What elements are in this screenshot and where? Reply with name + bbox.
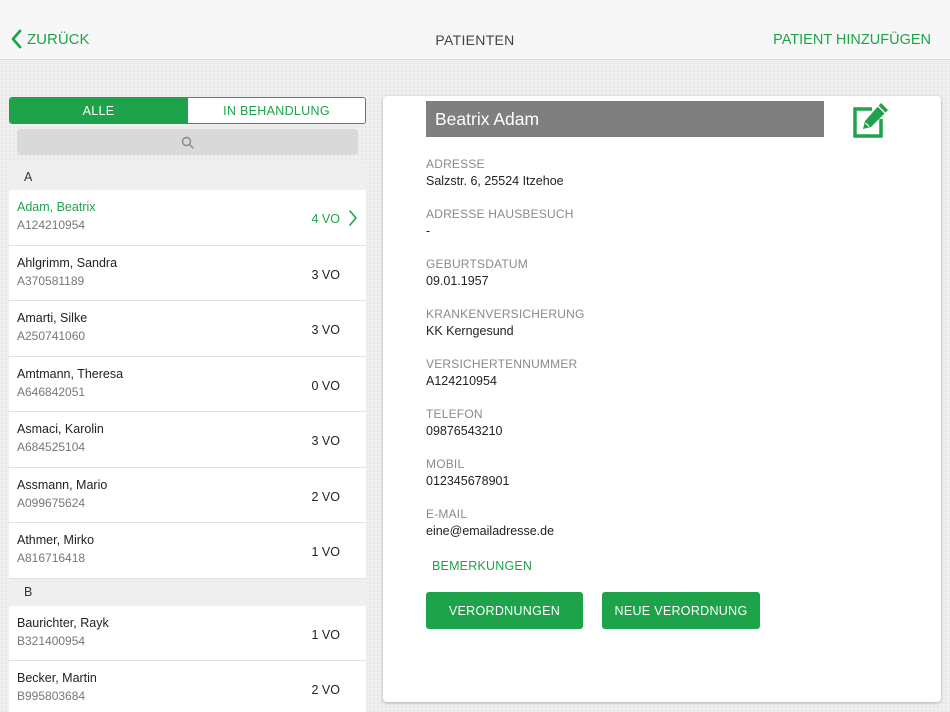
prescription-count: 1 VO [311, 545, 341, 559]
remarks-link[interactable]: BEMERKUNGEN [432, 559, 532, 573]
filter-in-treatment-tab[interactable]: IN BEHANDLUNG [187, 98, 365, 123]
prescription-count: 0 VO [311, 378, 341, 393]
field-phone: TELEFON 09876543210 [426, 407, 502, 438]
prescription-count: 1 VO [311, 627, 341, 642]
prescriptions-button[interactable]: VERORDNUNGEN [426, 592, 583, 629]
chevron-right-icon [349, 210, 357, 226]
patient-name: Adam, Beatrix [17, 200, 96, 214]
field-label: KRANKENVERSICHERUNG [426, 307, 585, 321]
patient-name: Baurichter, Rayk [17, 615, 109, 630]
patient-name: Athmer, Mirko [17, 533, 95, 547]
patient-name: Asmaci, Karolin [17, 422, 104, 436]
field-label: TELEFON [426, 407, 483, 421]
patient-row[interactable]: Baurichter, Rayk B321400954 1 VO [9, 605, 366, 661]
patient-number: A124210954 [17, 218, 86, 232]
field-insurance-number: VERSICHERTENNUMMER A124210954 [426, 357, 577, 388]
patient-name: Becker, Martin [17, 671, 97, 685]
filter-segmented-control: ALLE IN BEHANDLUNG [9, 97, 366, 124]
patient-number: B321400954 [17, 633, 86, 648]
patient-row[interactable]: Adam, Beatrix A124210954 4 VO [9, 190, 366, 246]
prescription-count: 3 VO [311, 323, 341, 337]
patient-name: Ahlgrimm, Sandra [17, 255, 118, 270]
field-address: ADRESSE Salzstr. 6, 25524 Itzehoe [426, 157, 564, 188]
field-label: VERSICHERTENNUMMER [426, 357, 578, 371]
patient-list: A Adam, Beatrix A124210954 4 VO Ahlgrimm… [9, 163, 366, 712]
patient-number: B995803684 [17, 689, 86, 703]
filter-all-tab[interactable]: ALLE [10, 98, 187, 123]
patient-row[interactable]: Assmann, Mario A099675624 2 VO [9, 467, 366, 523]
field-label: GEBURTSDATUM [426, 257, 528, 271]
field-value: A124210954 [426, 374, 497, 388]
patient-detail-panel: Beatrix Adam ADRESSE Salzstr. 6, 25524 I… [383, 96, 941, 702]
search-icon [181, 136, 194, 149]
prescription-count: 3 VO [311, 434, 341, 448]
field-insurance: KRANKENVERSICHERUNG KK Kerngesund [426, 307, 585, 338]
prescription-count: 2 VO [311, 683, 341, 697]
prescription-count: 2 VO [311, 489, 341, 504]
edit-icon [853, 103, 888, 138]
field-label: ADRESSE HAUSBESUCH [426, 207, 574, 221]
field-value: - [426, 224, 431, 238]
section-header-a: A [9, 163, 366, 190]
field-value: 09.01.1957 [426, 274, 489, 288]
patient-number: A816716418 [17, 551, 86, 565]
patient-name: Assmann, Mario [17, 477, 108, 492]
field-value: Salzstr. 6, 25524 Itzehoe [426, 174, 564, 188]
prescription-count: 3 VO [311, 267, 341, 282]
patient-row[interactable]: Asmaci, Karolin A684525104 3 VO [9, 412, 366, 468]
field-value: 09876543210 [426, 424, 503, 438]
edit-button[interactable] [850, 100, 890, 145]
section-header-b: B [9, 578, 366, 606]
patient-row[interactable]: Amarti, Silke A250741060 3 VO [9, 301, 366, 357]
patient-number: A370581189 [17, 273, 85, 288]
field-mobile: MOBIL 012345678901 [426, 457, 509, 488]
field-label: MOBIL [426, 457, 465, 471]
patient-number: A646842051 [17, 384, 86, 399]
patient-name: Amtmann, Theresa [17, 366, 124, 381]
prescription-count: 4 VO [311, 212, 341, 226]
field-email: E-MAIL eine@emailadresse.de [426, 507, 554, 538]
patient-row[interactable]: Amtmann, Theresa A646842051 0 VO [9, 356, 366, 412]
field-value: KK Kerngesund [426, 324, 514, 338]
patient-number: A099675624 [17, 495, 86, 510]
patient-row[interactable]: Ahlgrimm, Sandra A370581189 3 VO [9, 245, 366, 301]
top-bar: ZURÜCK PATIENTEN PATIENT HINZUFÜGEN [0, 0, 950, 60]
patient-row[interactable]: Athmer, Mirko A816716418 1 VO [9, 523, 366, 579]
new-prescription-button[interactable]: NEUE VERORDNUNG [602, 592, 760, 629]
patient-number: A250741060 [17, 329, 86, 343]
add-patient-button[interactable]: PATIENT HINZUFÜGEN [773, 32, 931, 48]
field-value: eine@emailadresse.de [426, 524, 555, 538]
patient-row[interactable]: Becker, Martin B995803684 2 VO [9, 661, 366, 712]
field-label: E-MAIL [426, 507, 468, 521]
field-value: 012345678901 [426, 474, 510, 488]
patient-name: Amarti, Silke [17, 311, 88, 325]
field-label: ADRESSE [426, 157, 485, 171]
patient-name-header: Beatrix Adam [426, 101, 824, 137]
search-input[interactable] [17, 129, 358, 155]
field-birthdate: GEBURTSDATUM 09.01.1957 [426, 257, 528, 288]
field-home-visit-address: ADRESSE HAUSBESUCH - [426, 207, 574, 238]
patient-number: A684525104 [17, 440, 86, 454]
